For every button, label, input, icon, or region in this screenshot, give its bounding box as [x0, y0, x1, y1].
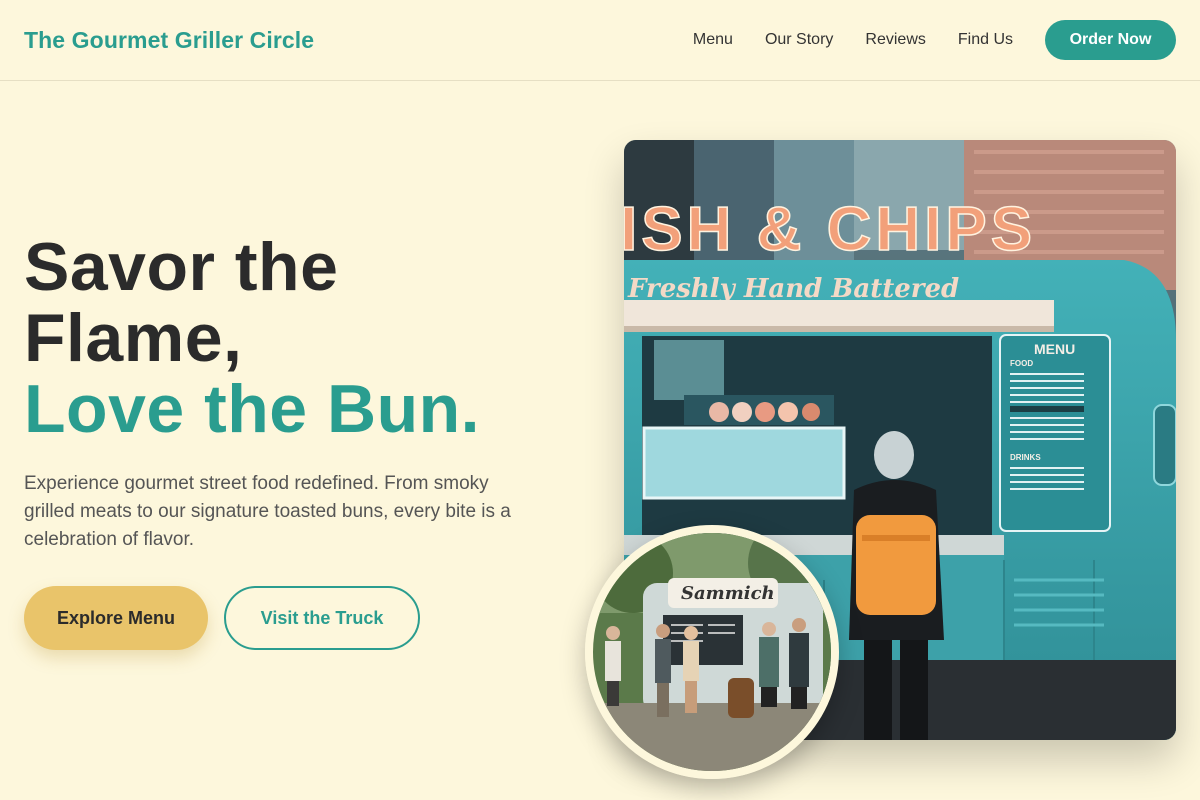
main-nav: Menu Our Story Reviews Find Us Order Now: [661, 20, 1176, 60]
sammich-sign: Sammich: [681, 583, 775, 604]
visit-truck-button[interactable]: Visit the Truck: [224, 586, 420, 650]
nav-link-reviews[interactable]: Reviews: [865, 31, 925, 49]
hero-title-line-2: Flame,: [24, 300, 243, 376]
menu-board-title: MENU: [1034, 341, 1075, 357]
hero-title: Savor the Flame, Love the Bun.: [24, 232, 480, 445]
menu-board-food: FOOD: [1010, 359, 1033, 368]
truck-sign-text: ISH & CHIPS: [624, 195, 1036, 264]
nav-link-find-us[interactable]: Find Us: [958, 31, 1013, 49]
hero-title-line-1: Savor the: [24, 229, 339, 305]
order-now-button[interactable]: Order Now: [1045, 20, 1176, 60]
site-logo[interactable]: The Gourmet Griller Circle: [24, 27, 314, 54]
hero-title-accent: Love the Bun.: [24, 371, 481, 447]
site-header: The Gourmet Griller Circle Menu Our Stor…: [0, 0, 1200, 81]
sammich-truck-photo: Sammich: [585, 525, 839, 779]
truck-script-text: Freshly Hand Battered: [627, 274, 959, 304]
menu-board-drinks: DRINKS: [1010, 453, 1041, 462]
hero-description: Experience gourmet street food redefined…: [24, 473, 511, 550]
nav-link-menu[interactable]: Menu: [693, 31, 733, 49]
explore-menu-button[interactable]: Explore Menu: [24, 586, 208, 650]
nav-link-our-story[interactable]: Our Story: [765, 31, 833, 49]
